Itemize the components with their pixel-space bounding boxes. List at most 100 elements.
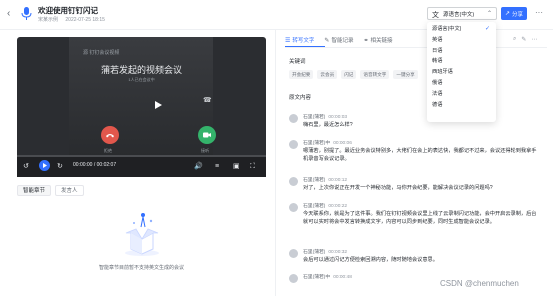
forward-icon[interactable]: ↻ [57,162,63,171]
video-title: 蒲若发起的视频会议 [100,65,182,75]
page-meta: 宋某示例 2022-07-25 18:15 [38,16,111,23]
accept-label: 接听 [201,148,209,153]
speaker-name: 石里(蒲若) [303,250,326,255]
speaker-name: 石里(蒲若) [303,115,326,120]
translate-icon: 文 [432,10,440,19]
entry-text: 今天联系你，就是为了这件事。我们在钉钉视频会议里上线了云录制闪记功能，会中开启云… [303,211,537,225]
more-icon[interactable]: ··· [532,7,546,20]
entry-time: 00:00:32 [328,250,348,255]
keyword-chip[interactable]: 语音转文字 [360,70,390,79]
fullscreen-icon[interactable]: ⛶ [250,162,255,171]
language-option[interactable]: 西班牙语 [427,67,496,78]
language-option-label: 英语 [432,36,443,43]
tab-related-links-label: 相关链接 [370,38,393,44]
tab-related-links[interactable]: ⚭ 相关链接 [363,35,392,47]
language-option-label: 法语 [432,90,443,97]
speaker-name: 石里(蒲若)中 [303,275,331,280]
language-option[interactable]: 德语 [427,100,496,111]
video-subtitle: 1人已在会议中 [128,77,155,82]
decline-call-icon [101,126,119,144]
tabs-divider [285,47,547,48]
language-option[interactable]: 源语言(中文) ✓ [427,24,496,35]
speaker-name: 石里(蒲若)中 [303,141,331,146]
transcript-title: 原文内容 [289,95,312,101]
language-option-label: 日语 [432,47,443,54]
language-option[interactable]: 俄语 [427,78,496,89]
play-button[interactable] [39,160,50,171]
entry-time: 00:00:03 [328,115,348,120]
volume-icon[interactable]: 🔊 [194,162,203,171]
accept-call-icon [198,126,216,144]
language-option-label: 德语 [432,101,443,108]
language-select-value: 源语言(中文) [443,11,475,18]
avatar [289,274,298,283]
transcript-entry[interactable]: 石里(蒲若) 00:00:32 会后可以通过闪记方便检索回溯内容，随时随地会议意思… [289,248,539,268]
language-select[interactable]: 文 源语言(中文) ⌃ [427,7,497,20]
language-option-label: 西班牙语 [432,69,453,76]
tab-smart-notes[interactable]: ✎ 智能记录 [324,35,353,47]
tab-chapters[interactable]: 智能章节 [17,185,52,196]
speaker-line: 石里(蒲若)中 00:00:06 [303,139,352,146]
language-option[interactable]: 韩语 [427,56,496,67]
speaker-name: 石里(蒲若) [303,204,326,209]
keywords-list: 开会纪要 云会员 闪记 语音转文字 一键分享 [289,70,422,79]
rewind-icon[interactable]: ↺ [23,162,29,171]
transcript-entry[interactable]: 石里(蒲若) 00:00:12 对了，上次你说正在开发一个神秘功能，马你开会纪要，… [289,176,539,196]
entry-text: 对了，上次你说正在开发一个神秘功能，马你开会纪要，能解决会议记录的问题吗? [303,185,493,191]
edit-icon[interactable]: ✎ [521,36,526,43]
watermark: CSDN @chenmuchen [440,279,519,288]
right-toolbar: ⌕ ✎ ⋯ [508,36,537,43]
language-option-label: 韩语 [432,58,443,65]
panel-divider [275,30,276,296]
keyword-chip[interactable]: 开会纪要 [289,70,314,79]
picture-in-picture-icon[interactable]: ▣ [233,162,240,171]
page-title: 欢迎使用钉钉闪记 [38,6,98,15]
chevron-left-icon[interactable]: ‹ [7,8,15,20]
search-icon[interactable]: ⌕ [513,36,516,43]
time-display: 00:00:00 / 00:02:07 [73,162,117,168]
avatar [289,203,298,212]
tab-speakers[interactable]: 发言人 [55,185,84,196]
video-brand: 源 钉钉会议视频 [83,50,120,56]
entry-time: 00:00:06 [333,141,352,146]
empty-box-illustration [121,209,163,257]
settings-sliders-icon[interactable]: ≡ [215,162,219,171]
language-option[interactable]: 英语 [427,35,496,46]
entry-text: 嗯蒲若，别提了。最近业务会议特别多，大佬们在会上的表达快，我都记不过来，会议还得… [303,148,537,162]
transcript-entry[interactable]: 石里(蒲若) 00:00:22 今天联系你，就是为了这件事。我们在钉钉视频会议里上… [289,202,539,238]
speaker-line: 石里(蒲若)中 00:00:48 [303,273,352,280]
entry-time: 00:00:48 [333,275,352,280]
transcript-entry[interactable]: 石里(蒲若)中 00:00:06 嗯蒲若，别提了。最近业务会议特别多，大佬们在会上… [289,139,539,167]
play-icon[interactable] [153,100,163,110]
transcript-entry[interactable]: 石里(蒲若) 00:00:03 嗨石里，最近怎么样? [289,113,539,133]
entry-time: 00:00:12 [328,178,348,183]
keyword-chip[interactable]: 云会员 [317,70,338,79]
share-label: 分享 [512,11,524,18]
language-option[interactable]: 日语 [427,46,496,57]
decline-label: 拒绝 [104,148,112,153]
check-icon: ✓ [484,26,490,32]
language-option-label: 源语言(中文) [432,26,462,32]
video-controls: ↺ ↻ 00:00:00 / 00:02:07 🔊 ≡ ▣ ⛶ [17,155,266,177]
empty-state-text: 智能章节目前暂不支持英文生成的会议 [98,265,184,271]
entry-text: 嗨石里，最近怎么样? [303,122,353,128]
language-option-label: 俄语 [432,79,443,86]
avatar [289,140,298,149]
tab-smart-notes-label: 智能记录 [331,38,354,44]
share-button[interactable]: ↗ 分享 [501,7,527,20]
more-icon[interactable]: ⋯ [531,36,537,43]
share-icon: ↗ [504,11,510,17]
svg-text:文: 文 [432,10,439,18]
keyword-chip[interactable]: 闪记 [341,70,357,79]
avatar [289,249,298,258]
tab-transcript-label: 转写文字 [292,38,315,44]
progress-bar[interactable] [17,155,266,157]
meta-time: 2022-07-25 18:15 [65,17,105,23]
entry-time: 00:00:22 [328,204,348,209]
language-dropdown: 源语言(中文) ✓ 英语 日语 韩语 西班牙语 俄语 法语 德语 [427,22,496,122]
keyword-chip[interactable]: 一键分享 [393,70,418,79]
entry-text: 会后可以通过闪记方便检索回溯内容，随时随地会议意思。 [303,257,438,263]
language-option[interactable]: 法语 [427,89,496,100]
transcript-icon: ☰ [285,38,291,44]
speaker-line: 石里(蒲若) 00:00:03 [303,113,347,120]
